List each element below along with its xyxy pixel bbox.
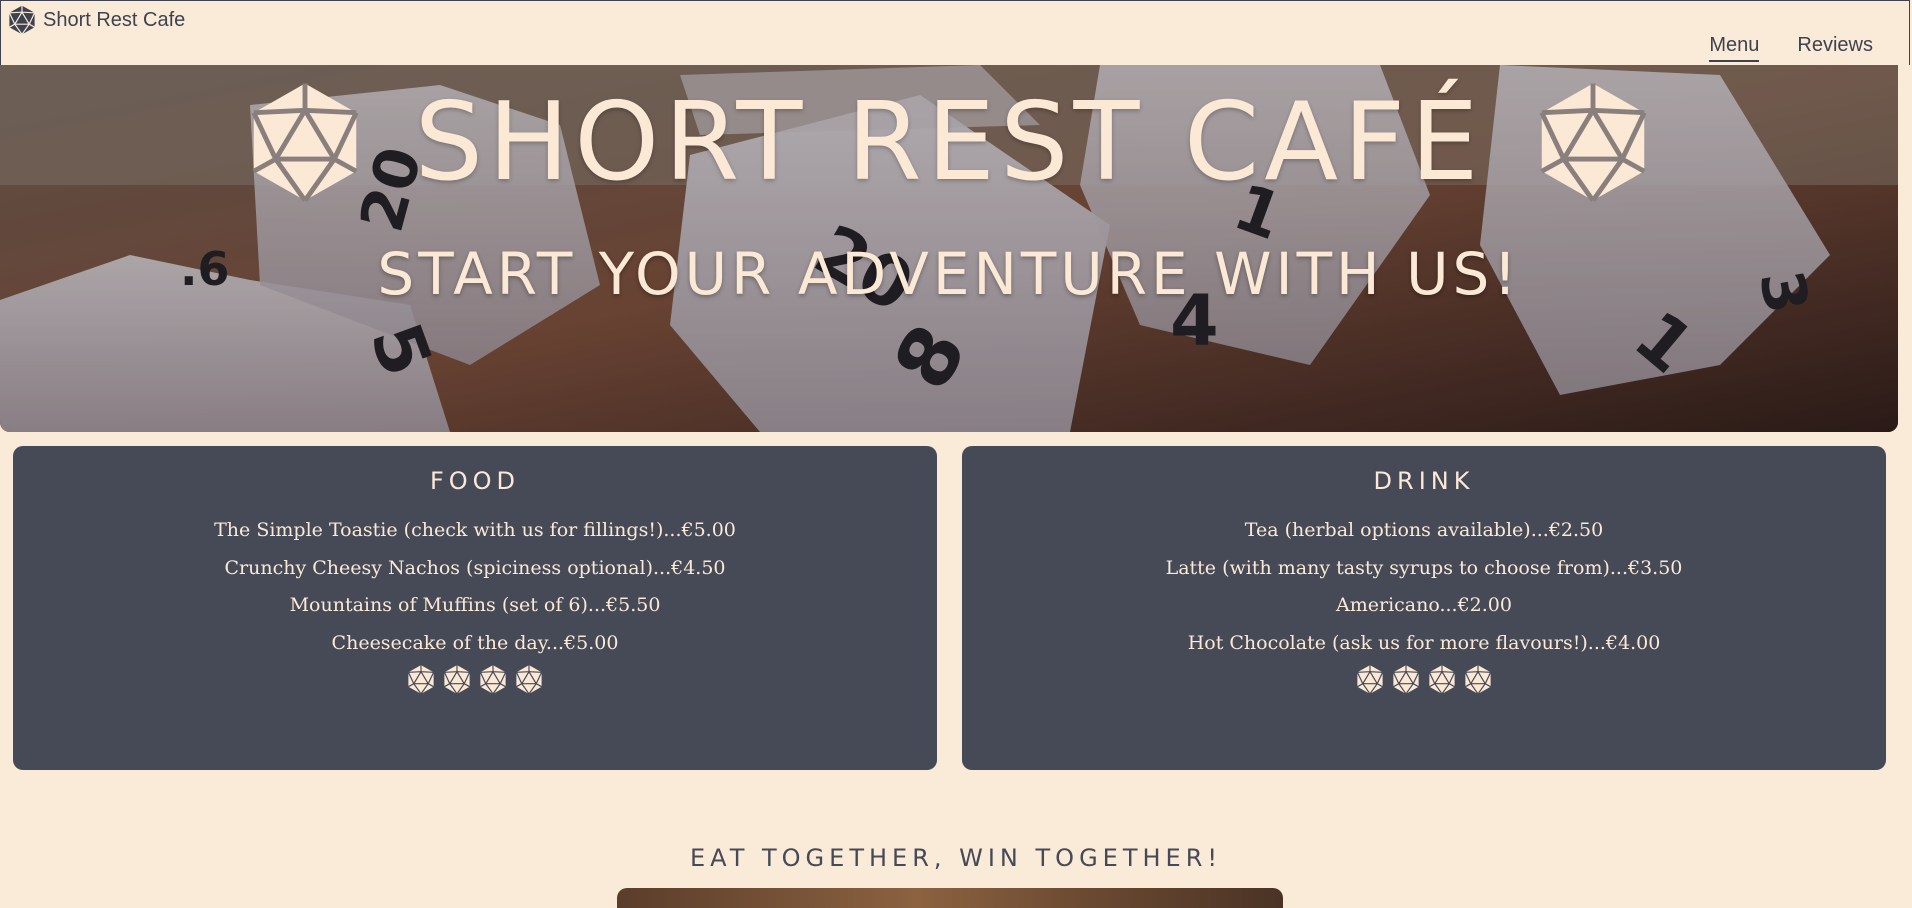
food-item: Mountains of Muffins (set of 6)...€5.50 <box>289 594 661 616</box>
food-item: The Simple Toastie (check with us for fi… <box>214 519 736 541</box>
d20-rating-icon <box>442 664 472 695</box>
hero-banner: .6 5 20 20 8 4 1 1 3 SHORT REST CAFÉ STA… <box>0 65 1898 432</box>
d20-rating-icon <box>406 664 436 695</box>
food-item: Crunchy Cheesy Nachos (spiciness optiona… <box>224 556 726 579</box>
d20-rating-icon <box>1391 664 1421 695</box>
brand-name[interactable]: Short Rest Cafe <box>43 9 185 32</box>
drink-item: Tea (herbal options available)...€2.50 <box>1244 519 1604 541</box>
d20-rating-icon <box>1463 664 1493 695</box>
d20-left-icon <box>244 77 366 207</box>
food-item: Cheesecake of the day...€5.00 <box>331 631 619 654</box>
navbar: Short Rest Cafe Menu Reviews <box>0 0 1910 65</box>
tagline: EAT TOGETHER, WIN TOGETHER! <box>690 844 1222 872</box>
d20-logo-icon <box>7 5 37 35</box>
hero-title-row: SHORT REST CAFÉ <box>0 77 1898 207</box>
d20-rating-icon <box>1355 664 1385 695</box>
drink-rating <box>962 664 1886 695</box>
brand[interactable]: Short Rest Cafe <box>7 5 185 35</box>
d20-rating-icon <box>478 664 508 695</box>
drink-item: Americano...€2.00 <box>1336 594 1512 616</box>
drink-heading: DRINK <box>1373 467 1475 495</box>
nav-links: Menu Reviews <box>1709 34 1873 62</box>
drink-item: Hot Chocolate (ask us for more flavours!… <box>1187 631 1661 654</box>
nav-link-reviews[interactable]: Reviews <box>1797 34 1873 62</box>
d20-right-icon <box>1532 77 1654 207</box>
hero-title: SHORT REST CAFÉ <box>414 79 1484 205</box>
nav-link-menu[interactable]: Menu <box>1709 34 1760 62</box>
drink-items: Tea (herbal options available)...€2.50 L… <box>962 512 1886 662</box>
hero-subtitle: START YOUR ADVENTURE WITH US! <box>377 240 1521 308</box>
food-items: The Simple Toastie (check with us for fi… <box>13 512 937 662</box>
d20-rating-icon <box>514 664 544 695</box>
food-menu-card: FOOD The Simple Toastie (check with us f… <box>13 446 937 770</box>
d20-rating-icon <box>1427 664 1457 695</box>
food-heading: FOOD <box>429 467 521 495</box>
drink-item: Latte (with many tasty syrups to choose … <box>1165 556 1683 579</box>
food-rating <box>13 664 937 695</box>
drink-menu-card: DRINK Tea (herbal options available)...€… <box>962 446 1886 770</box>
cafe-photo <box>617 888 1283 908</box>
